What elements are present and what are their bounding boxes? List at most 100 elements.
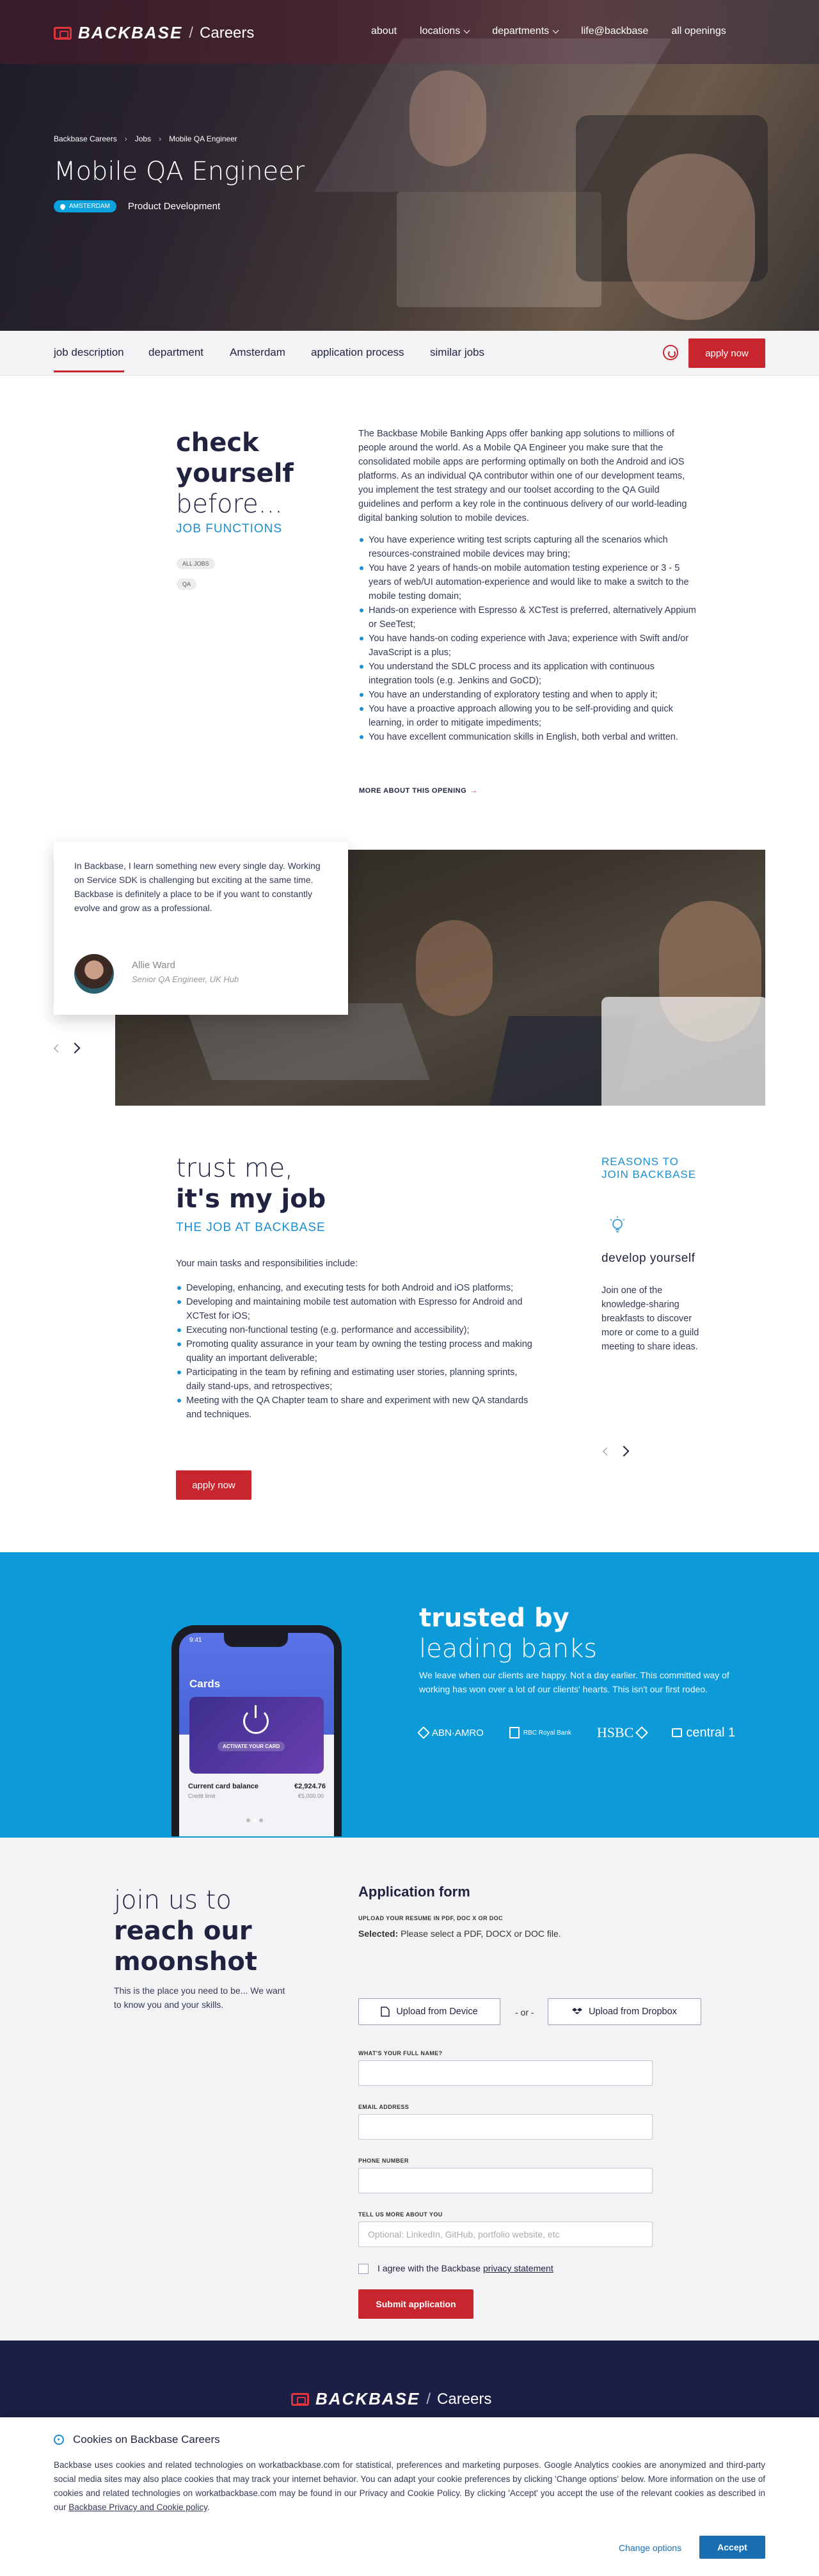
list-item: You have a proactive approach allowing y… bbox=[358, 702, 697, 730]
tab-amsterdam[interactable]: Amsterdam bbox=[230, 346, 285, 359]
tag-qa[interactable]: QA bbox=[177, 578, 197, 590]
chevron-right-icon[interactable] bbox=[69, 1042, 81, 1054]
file-icon bbox=[381, 2007, 390, 2017]
whatsapp-icon[interactable] bbox=[663, 345, 678, 360]
backbase-logo[interactable]: BACKBASE / Careers bbox=[54, 23, 254, 43]
power-icon bbox=[243, 1705, 269, 1734]
cookie-title: Cookies on Backbase Careers bbox=[54, 2433, 220, 2446]
breadcrumb-home[interactable]: Backbase Careers bbox=[54, 134, 117, 143]
selected-file: Selected: Please select a PDF, DOCX or D… bbox=[358, 1928, 561, 1939]
tab-department[interactable]: department bbox=[148, 346, 203, 359]
nav-departments[interactable]: departments bbox=[492, 26, 559, 37]
logo-separator: / bbox=[426, 2390, 431, 2408]
testimonial-role: Senior QA Engineer, UK Hub bbox=[132, 974, 239, 984]
tasks-list: Developing, enhancing, and executing tes… bbox=[176, 1281, 534, 1422]
phone-mockup: 9:41 Cards ACTIVATE YOUR CARD Current ca… bbox=[171, 1625, 342, 1836]
apply-now-button[interactable]: apply now bbox=[688, 338, 765, 368]
privacy-statement-link[interactable]: privacy statement bbox=[483, 2263, 553, 2273]
apply-now-button-job[interactable]: apply now bbox=[176, 1470, 251, 1500]
hsbc-logo: HSBC bbox=[597, 1724, 649, 1741]
requirements-list: You have experience writing test scripts… bbox=[358, 533, 697, 744]
backbase-mark-icon bbox=[54, 26, 72, 40]
chevron-left-icon[interactable] bbox=[603, 1447, 611, 1456]
cookie-text: Backbase uses cookies and related techno… bbox=[54, 2460, 765, 2512]
list-item: You have hands-on coding experience with… bbox=[358, 632, 697, 660]
full-name-label: WHAT'S YOUR FULL NAME? bbox=[358, 2050, 443, 2056]
section-tabs: job description department Amsterdam app… bbox=[0, 331, 819, 376]
footer-logo[interactable]: BACKBASE / Careers bbox=[291, 2389, 491, 2409]
arrow-right-icon: → bbox=[470, 787, 478, 795]
testimonial-carousel-controls bbox=[54, 1042, 81, 1054]
location-pill[interactable]: AMSTERDAM bbox=[54, 200, 116, 212]
list-item: Executing non-functional testing (e.g. p… bbox=[176, 1323, 534, 1337]
nav-all-openings[interactable]: all openings bbox=[671, 26, 726, 37]
breadcrumb: Backbase Careers › Jobs › Mobile QA Engi… bbox=[54, 134, 245, 143]
phone-field[interactable] bbox=[358, 2168, 653, 2193]
application-form-title: Application form bbox=[358, 1884, 470, 1900]
logo-wordmark: BACKBASE bbox=[78, 23, 183, 42]
submit-application-button[interactable]: Submit application bbox=[358, 2289, 473, 2319]
main-nav: about locations departments life@backbas… bbox=[371, 26, 749, 37]
nav-life[interactable]: life@backbase bbox=[581, 26, 648, 37]
phone-cards-title: Cards bbox=[189, 1678, 221, 1690]
list-item: You have an understanding of exploratory… bbox=[358, 688, 697, 702]
central1-logo: central 1 bbox=[672, 1726, 735, 1740]
cookie-icon bbox=[54, 2435, 64, 2445]
breadcrumb-separator: › bbox=[124, 134, 127, 143]
about-label: TELL US MORE ABOUT YOU bbox=[358, 2211, 443, 2218]
nav-about[interactable]: about bbox=[371, 26, 397, 37]
carousel-dots bbox=[246, 1818, 266, 1822]
department-label: Product Development bbox=[127, 201, 221, 212]
abn-amro-logo: ABN·AMRO bbox=[417, 1726, 484, 1739]
join-heading: join us to reach our moonshot bbox=[114, 1886, 258, 1976]
breadcrumb-jobs[interactable]: Jobs bbox=[135, 134, 151, 143]
logo-careers: Careers bbox=[200, 24, 255, 42]
list-item: You have experience writing test scripts… bbox=[358, 533, 697, 561]
tab-similar-jobs[interactable]: similar jobs bbox=[430, 346, 484, 359]
list-item: Meeting with the QA Chapter team to shar… bbox=[176, 1394, 534, 1422]
change-options-button[interactable]: Change options bbox=[619, 2543, 681, 2553]
list-item: You have 2 years of hands-on mobile auto… bbox=[358, 561, 697, 603]
job-heading: trust me, it's my job bbox=[176, 1154, 326, 1214]
logo-separator: / bbox=[189, 24, 194, 42]
list-item: Promoting quality assurance in your team… bbox=[176, 1337, 534, 1365]
phone-balance-label: Current card balance bbox=[188, 1783, 259, 1790]
upload-dropbox-button[interactable]: Upload from Dropbox bbox=[548, 1998, 701, 2025]
avatar bbox=[74, 954, 114, 994]
phone-credit-label: Credit limit bbox=[188, 1793, 216, 1799]
list-item: Hands-on experience with Espresso & XCTe… bbox=[358, 603, 697, 632]
breadcrumb-current: Mobile QA Engineer bbox=[169, 134, 237, 143]
phone-time: 9:41 bbox=[189, 1637, 202, 1644]
reasons-carousel-controls bbox=[603, 1445, 630, 1457]
phone-label: PHONE NUMBER bbox=[358, 2158, 409, 2164]
trusted-text: We leave when our clients are happy. Not… bbox=[419, 1670, 729, 1694]
phone-activate-label: ACTIVATE YOUR CARD bbox=[218, 1742, 285, 1751]
job-functions-label: JOB FUNCTIONS bbox=[176, 522, 283, 536]
full-name-field[interactable] bbox=[358, 2060, 653, 2086]
tag-all-jobs[interactable]: ALL JOBS bbox=[177, 558, 215, 569]
cookie-policy-link[interactable]: Backbase Privacy and Cookie policy bbox=[68, 2502, 207, 2512]
phone-balance: €2,924.76 bbox=[294, 1783, 326, 1790]
logo-wordmark: BACKBASE bbox=[315, 2389, 420, 2408]
job-meta: AMSTERDAM Product Development bbox=[54, 200, 220, 212]
more-about-opening-link[interactable]: MORE ABOUT THIS OPENING → bbox=[359, 787, 478, 795]
about-field[interactable]: Optional: LinkedIn, GitHub, portfolio we… bbox=[358, 2222, 653, 2247]
hero-banner: BACKBASE / Careers about locations depar… bbox=[0, 0, 819, 331]
privacy-checkbox[interactable] bbox=[358, 2264, 369, 2274]
email-field[interactable] bbox=[358, 2114, 653, 2140]
testimonial-name: Allie Ward bbox=[132, 960, 175, 971]
chevron-left-icon[interactable] bbox=[54, 1044, 62, 1053]
accept-cookies-button[interactable]: Accept bbox=[699, 2536, 765, 2559]
upload-device-button[interactable]: Upload from Device bbox=[358, 1998, 500, 2025]
nav-locations[interactable]: locations bbox=[420, 26, 470, 37]
chevron-right-icon[interactable] bbox=[618, 1445, 630, 1457]
phone-credit: €5,000.00 bbox=[298, 1793, 324, 1799]
logo-careers: Careers bbox=[437, 2390, 492, 2408]
dropbox-icon bbox=[572, 2008, 583, 2014]
chevron-down-icon bbox=[463, 27, 470, 33]
tab-application-process[interactable]: application process bbox=[311, 346, 404, 359]
intro-heading: check yourself before... bbox=[176, 428, 294, 519]
location-pin-icon bbox=[59, 202, 67, 211]
tab-job-description[interactable]: job description bbox=[54, 346, 124, 372]
reasons-heading: REASONS TO JOIN BACKBASE bbox=[601, 1156, 697, 1181]
